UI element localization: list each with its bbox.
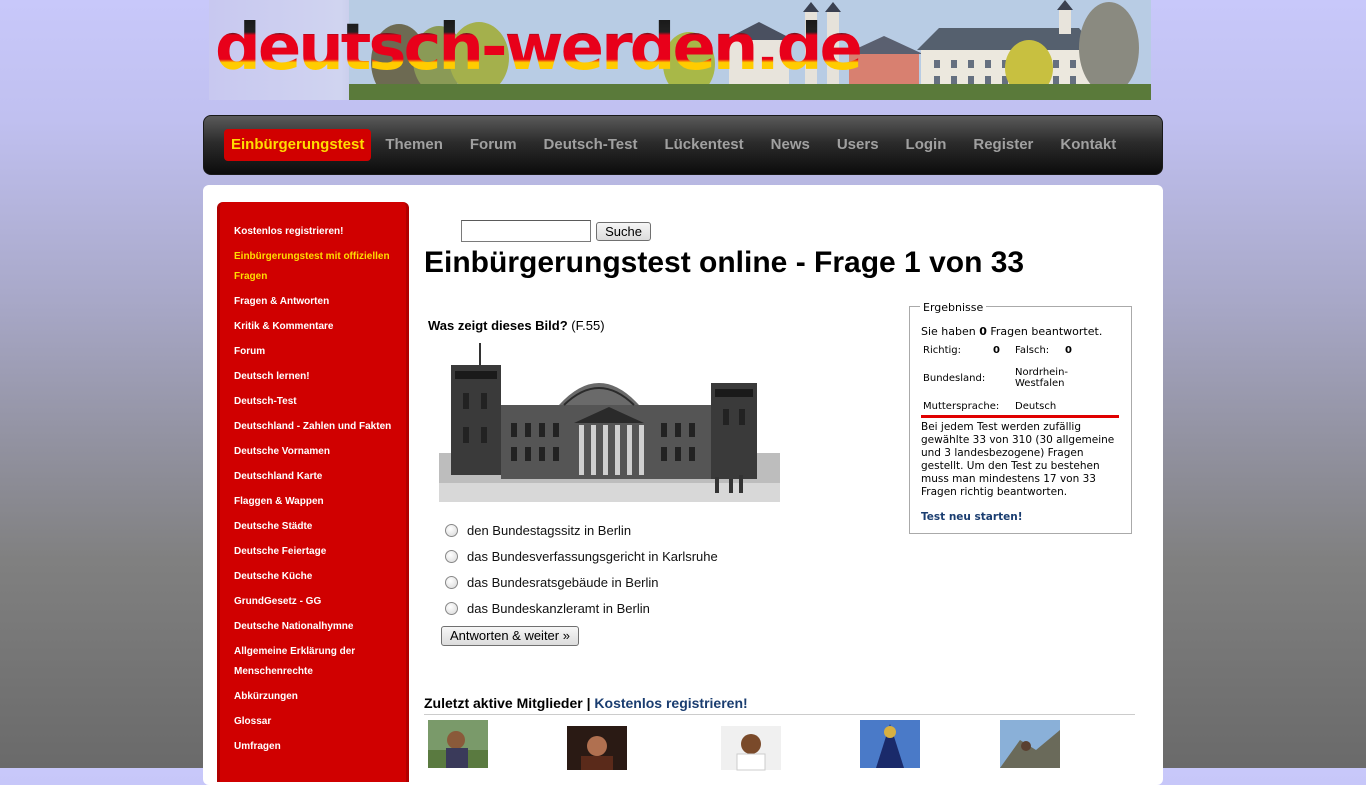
sidebar-item-staedte[interactable]: Deutsche Städte <box>234 517 394 537</box>
results-intro-post: Fragen beantwortet. <box>986 325 1103 338</box>
sidebar-item-kritik[interactable]: Kritik & Kommentare <box>234 317 394 337</box>
nav-item-forum[interactable]: Forum <box>463 129 524 161</box>
nav-item-themen[interactable]: Themen <box>378 129 450 161</box>
nav-item-news[interactable]: News <box>764 129 817 161</box>
answer-label: das Bundesratsgebäude in Berlin <box>467 574 659 590</box>
page-title: Einbürgerungstest online - Frage 1 von 3… <box>424 246 1025 279</box>
submit-answer-button[interactable]: Antworten & weiter » <box>441 626 579 646</box>
nav-item-deutsch-test[interactable]: Deutsch-Test <box>537 129 645 161</box>
answer-option[interactable]: den Bundestagssitz in Berlin <box>445 517 718 543</box>
answered-count: 0 <box>979 325 987 338</box>
sidebar-item-umfragen[interactable]: Umfragen <box>234 737 394 757</box>
sidebar-item-deutsch-lernen[interactable]: Deutsch lernen! <box>234 367 394 387</box>
results-legend: Ergebnisse <box>920 301 987 314</box>
members-divider <box>424 714 1135 715</box>
member-avatar[interactable] <box>860 720 920 768</box>
results-intro: Sie haben 0 Fragen beantwortet. <box>921 325 1102 338</box>
falsch-value: 0 <box>1065 344 1072 356</box>
sidebar-item-kueche[interactable]: Deutsche Küche <box>234 567 394 587</box>
answer-label: den Bundestagssitz in Berlin <box>467 522 632 538</box>
sidebar: Kostenlos registrieren! Einbürgerungstes… <box>217 202 409 782</box>
results-info: Bei jedem Test werden zufällig gewählte … <box>921 421 1115 498</box>
sidebar-item-forum[interactable]: Forum <box>234 342 394 362</box>
sidebar-item-zahlen-fakten[interactable]: Deutschland - Zahlen und Fakten <box>234 417 394 437</box>
radio-button[interactable] <box>445 523 458 537</box>
sidebar-item-karte[interactable]: Deutschland Karte <box>234 467 394 487</box>
answer-option[interactable]: das Bundeskanzleramt in Berlin <box>445 595 718 621</box>
members-separator: | <box>582 695 595 711</box>
answer-label: das Bundeskanzleramt in Berlin <box>467 600 650 616</box>
nav-item-kontakt[interactable]: Kontakt <box>1053 129 1123 161</box>
radio-button[interactable] <box>445 549 458 563</box>
radio-button[interactable] <box>445 575 458 589</box>
nav-item-users[interactable]: Users <box>830 129 886 161</box>
sidebar-item-grundgesetz[interactable]: GrundGesetz - GG <box>234 592 394 612</box>
member-avatar[interactable] <box>428 720 488 768</box>
sidebar-item-menschenrechte[interactable]: Allgemeine Erklärung der Menschenrechte <box>234 642 394 682</box>
answer-list: den Bundestagssitz in Berlin das Bundesv… <box>445 517 718 621</box>
sidebar-item-vornamen[interactable]: Deutsche Vornamen <box>234 442 394 462</box>
answer-option[interactable]: das Bundesverfassungsgericht in Karlsruh… <box>445 543 718 569</box>
radio-button[interactable] <box>445 601 458 615</box>
sidebar-item-deutsch-test[interactable]: Deutsch-Test <box>234 392 394 412</box>
sidebar-item-einbuergerungstest[interactable]: Einbürgerungstest mit offiziellen Fragen <box>234 247 394 287</box>
sidebar-item-nationalhymne[interactable]: Deutsche Nationalhymne <box>234 617 394 637</box>
results-box: Ergebnisse Sie haben 0 Fragen beantworte… <box>909 301 1132 534</box>
sidebar-item-fragen-antworten[interactable]: Fragen & Antworten <box>234 292 394 312</box>
members-title: Zuletzt aktive Mitglieder <box>424 695 583 711</box>
member-avatar[interactable] <box>567 724 627 772</box>
question-ref: (F.55) <box>571 318 605 333</box>
nav-item-login[interactable]: Login <box>899 129 954 161</box>
question-label: Was zeigt dieses Bild? <box>428 318 568 333</box>
members-heading: Zuletzt aktive Mitglieder | Kostenlos re… <box>424 695 748 711</box>
sidebar-item-glossar[interactable]: Glossar <box>234 712 394 732</box>
restart-test-link[interactable]: Test neu starten! <box>921 511 1022 523</box>
nav-item-register[interactable]: Register <box>966 129 1040 161</box>
site-logo[interactable]: deutsch-werden.de <box>215 8 863 88</box>
muttersprache-value: Deutsch <box>1015 400 1057 412</box>
richtig-label: Richtig: <box>923 344 961 356</box>
nav-item-lueckentest[interactable]: Lückentest <box>657 129 750 161</box>
richtig-value: 0 <box>993 344 1000 356</box>
header-banner: deutsch-werden.de <box>209 0 1151 100</box>
answer-option[interactable]: das Bundesratsgebäude in Berlin <box>445 569 718 595</box>
question-text: Was zeigt dieses Bild? (F.55) <box>428 318 605 333</box>
member-avatar[interactable] <box>1000 720 1060 768</box>
register-link[interactable]: Kostenlos registrieren! <box>594 695 747 711</box>
nav-item-einbuergerungstest[interactable]: Einbürgerungstest <box>224 129 372 161</box>
bundesland-value: Nordrhein-Westfalen <box>1015 367 1069 389</box>
main-navigation: Einbürgerungstest Themen Forum Deutsch-T… <box>203 115 1163 175</box>
results-intro-pre: Sie haben <box>921 325 980 338</box>
falsch-label: Falsch: <box>1015 344 1050 356</box>
member-avatar[interactable] <box>721 724 781 772</box>
bundesland-label: Bundesland: <box>923 372 986 384</box>
results-divider <box>921 415 1119 418</box>
reichstag-image <box>439 343 780 502</box>
search-input[interactable] <box>461 220 591 242</box>
sidebar-item-abkuerzungen[interactable]: Abkürzungen <box>234 687 394 707</box>
answer-label: das Bundesverfassungsgericht in Karlsruh… <box>467 548 718 564</box>
muttersprache-label: Muttersprache: <box>923 400 1000 412</box>
sidebar-item-flaggen[interactable]: Flaggen & Wappen <box>234 492 394 512</box>
results-table: Richtig: 0 Falsch: 0 Bundesland: Nordrhe… <box>923 339 1085 417</box>
sidebar-item-feiertage[interactable]: Deutsche Feiertage <box>234 542 394 562</box>
sidebar-item-registrieren[interactable]: Kostenlos registrieren! <box>234 222 394 242</box>
search-button[interactable]: Suche <box>596 222 651 241</box>
